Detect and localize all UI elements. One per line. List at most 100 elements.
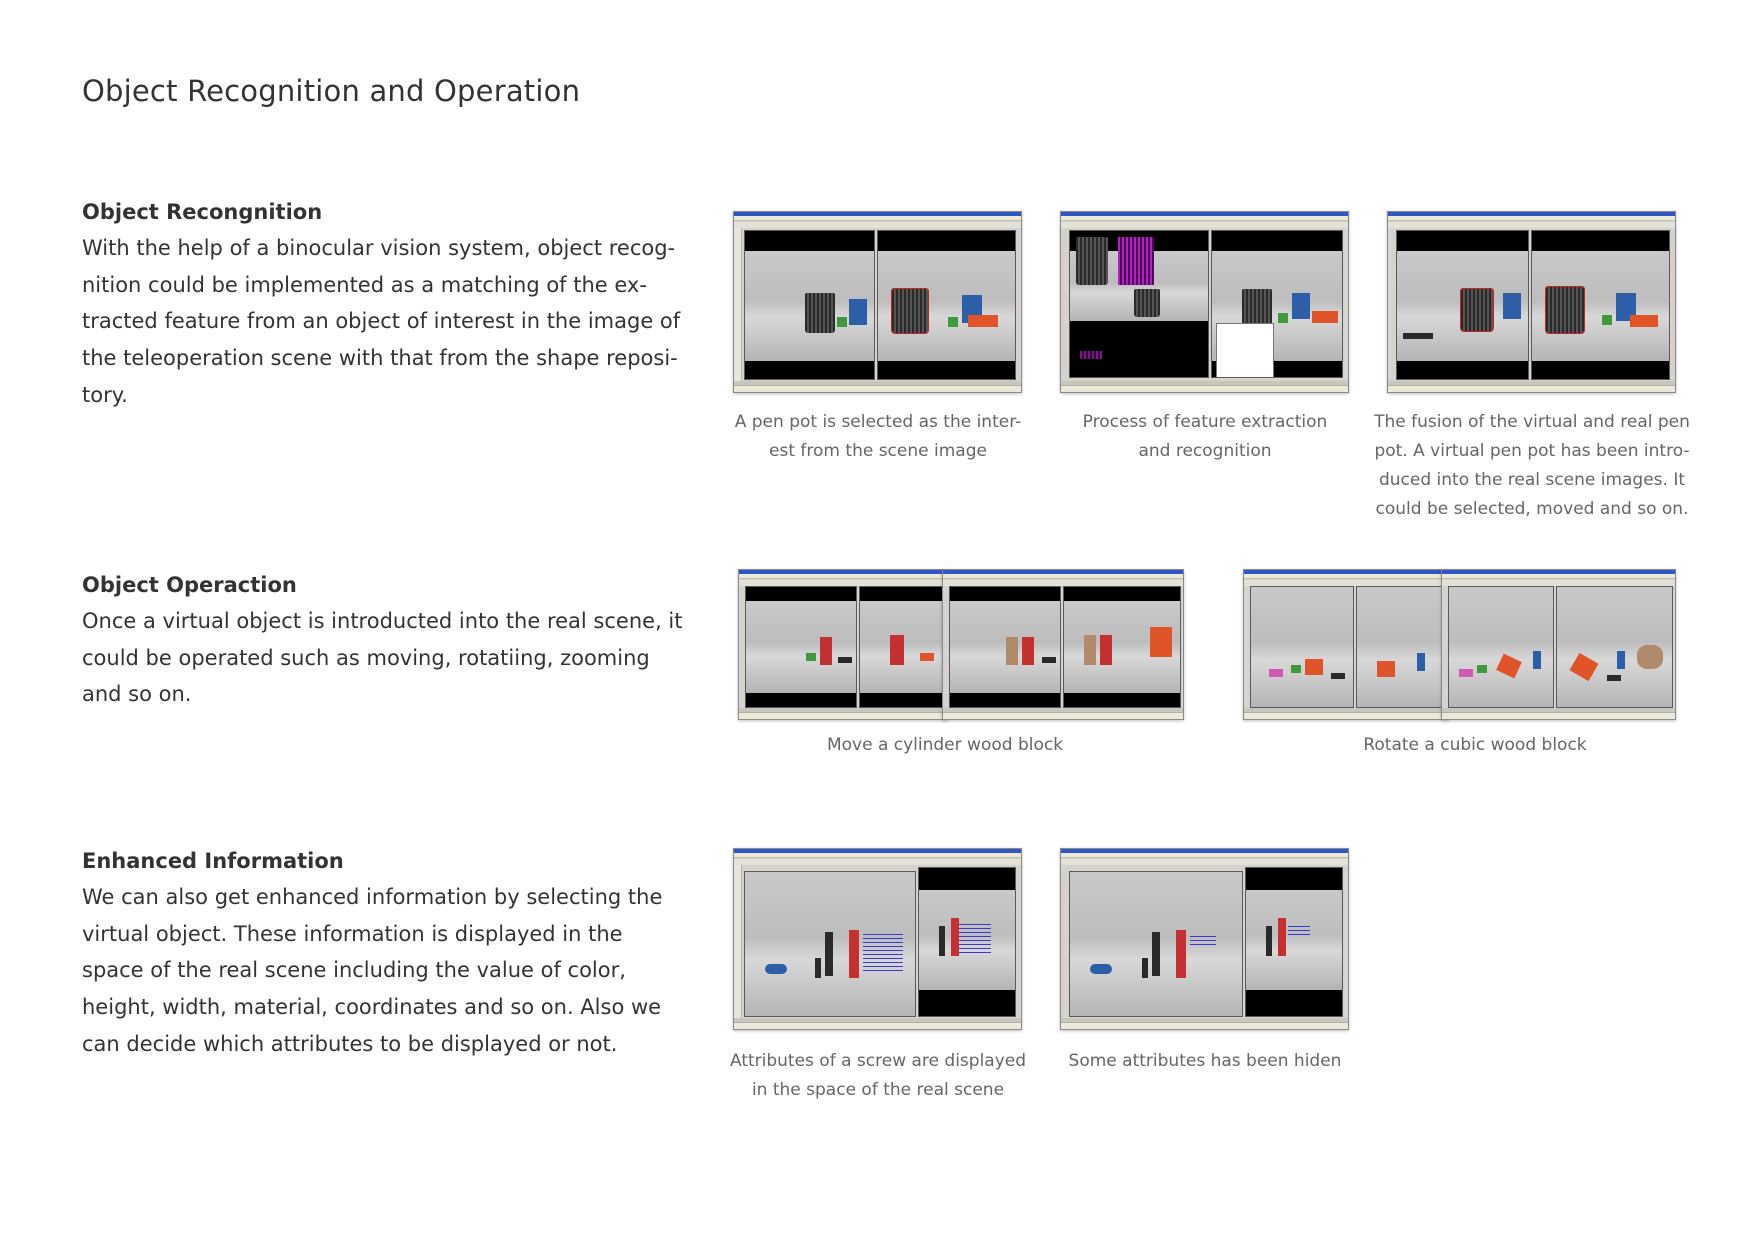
- screenshot-move-cylinder-before: [738, 569, 948, 720]
- pen-pot-selected: [891, 288, 929, 334]
- body-line: With the help of a binocular vision syst…: [82, 236, 676, 260]
- caption-line: A pen pot is selected as the inter-: [734, 412, 1022, 432]
- body-line: height, width, material, coordinates and…: [82, 995, 662, 1020]
- scene-pane-right: [918, 867, 1016, 1017]
- window-menubar: [1442, 574, 1675, 579]
- orange-block: [968, 315, 998, 327]
- scene-image: [950, 601, 1060, 693]
- screenshot-rotate-cube-before: [1243, 569, 1449, 720]
- body-line: could be operated such as moving, rotati…: [82, 645, 650, 670]
- window-toolbar: [1061, 222, 1348, 228]
- striped-vase: [1637, 645, 1663, 669]
- body-line: can decide which attributes to be displa…: [82, 1031, 618, 1056]
- bottle: [1417, 653, 1425, 671]
- cylinder-block: [1100, 635, 1112, 665]
- caption-virtual-real-fusion: The fusion of the virtual and real pen p…: [1362, 408, 1702, 524]
- screwdriver: [1090, 964, 1112, 974]
- green-block: [948, 317, 958, 327]
- window-statusbar: [1388, 385, 1675, 392]
- cylinder-block-moved: [1084, 635, 1096, 665]
- scene-pane-right: [1245, 867, 1343, 1017]
- scene-pane-left: [745, 586, 857, 708]
- body-line: tory.: [82, 382, 128, 407]
- window-sidebar: [734, 228, 742, 381]
- toy-robot: [1150, 627, 1172, 657]
- screenshot-feature-extraction: [1060, 211, 1349, 393]
- section-body-enhanced: We can also get enhanced information by …: [82, 879, 692, 1063]
- scene-pane-left: [1250, 586, 1354, 708]
- caption-line: The fusion of the virtual and real pen: [1374, 412, 1690, 432]
- section-heading-recognition: Object Recongnition: [82, 200, 323, 224]
- body-line: virtual object. These information is dis…: [82, 921, 623, 946]
- red-block: [1176, 930, 1186, 978]
- green-block: [1278, 313, 1288, 323]
- pen-pot: [805, 293, 835, 333]
- scene-pane-right: [859, 586, 945, 708]
- attribute-labels: [1288, 926, 1310, 936]
- window-menubar: [734, 216, 1021, 221]
- screenshot-rotate-cube-after: [1441, 569, 1676, 720]
- caption-rotate-cube: Rotate a cubic wood block: [1290, 731, 1660, 760]
- dark-block: [1607, 675, 1621, 681]
- scene-pane-right: [1211, 230, 1343, 378]
- scene-image: [1251, 587, 1353, 707]
- scene-pane-right: [1063, 586, 1181, 708]
- scene-pane-left: [949, 586, 1061, 708]
- caption-line: Some attributes has been hiden: [1068, 1051, 1342, 1071]
- screw: [1152, 932, 1160, 976]
- caption-line: could be selected, moved and so on.: [1375, 499, 1689, 519]
- screenshot-pen-pot-selected: [733, 211, 1022, 393]
- caption-feature-extraction: Process of feature extraction and recogn…: [1055, 408, 1355, 466]
- window-statusbar: [739, 712, 947, 719]
- scene-pane-right: [1356, 586, 1446, 708]
- section-body-recognition: With the help of a binocular vision syst…: [82, 230, 692, 414]
- orange-block: [1312, 311, 1338, 323]
- window-toolbar: [734, 859, 1021, 865]
- window-menubar: [1244, 574, 1448, 579]
- screw: [1266, 926, 1272, 956]
- attribute-labels: [863, 934, 903, 974]
- green-block: [1477, 665, 1487, 673]
- window-menubar: [734, 853, 1021, 858]
- blue-cup: [1292, 293, 1310, 319]
- scene-pane-left: [744, 230, 875, 380]
- caption-move-cylinder: Move a cylinder wood block: [760, 731, 1130, 760]
- result-dialog: [1216, 323, 1274, 377]
- cylinder-block: [820, 637, 832, 665]
- cubic-block: [1377, 661, 1395, 677]
- pen-pot: [1134, 289, 1160, 317]
- window-statusbar: [734, 385, 1021, 392]
- green-block: [1291, 665, 1301, 673]
- attribute-labels: [1190, 936, 1216, 948]
- green-block: [806, 653, 816, 661]
- attribute-labels: [959, 924, 991, 956]
- body-line: space of the real scene including the va…: [82, 958, 626, 983]
- window-menubar: [943, 574, 1183, 579]
- window-statusbar: [1061, 385, 1348, 392]
- feature-points: [1080, 351, 1102, 359]
- window-toolbar: [1388, 222, 1675, 228]
- pink-block: [1459, 669, 1473, 677]
- window-toolbar: [734, 222, 1021, 228]
- scene-image: [1357, 587, 1445, 707]
- bottle: [1533, 651, 1541, 669]
- window-statusbar: [1442, 712, 1675, 719]
- cylinder-block: [890, 635, 904, 665]
- window-menubar: [1061, 216, 1348, 221]
- orange-block: [920, 653, 934, 661]
- blue-cup: [1503, 293, 1521, 319]
- virtual-pen-pot: [1460, 288, 1494, 332]
- red-block: [951, 918, 959, 956]
- body-line: Once a virtual object is introducted int…: [82, 609, 683, 633]
- section-body-operation: Once a virtual object is introducted int…: [82, 603, 692, 713]
- blue-cup: [849, 299, 867, 325]
- body-line: We can also get enhanced information by …: [82, 885, 663, 909]
- caption-line: est from the scene image: [769, 441, 987, 461]
- caption-attributes-hidden: Some attributes has been hiden: [1045, 1047, 1365, 1076]
- window-statusbar: [943, 712, 1183, 719]
- scene-pane-left: [1069, 230, 1209, 378]
- body-line: nition could be implemented as a matchin…: [82, 272, 647, 297]
- red-block: [849, 930, 859, 978]
- scene-pane-right: [877, 230, 1016, 380]
- window-sidebar: [734, 865, 742, 1018]
